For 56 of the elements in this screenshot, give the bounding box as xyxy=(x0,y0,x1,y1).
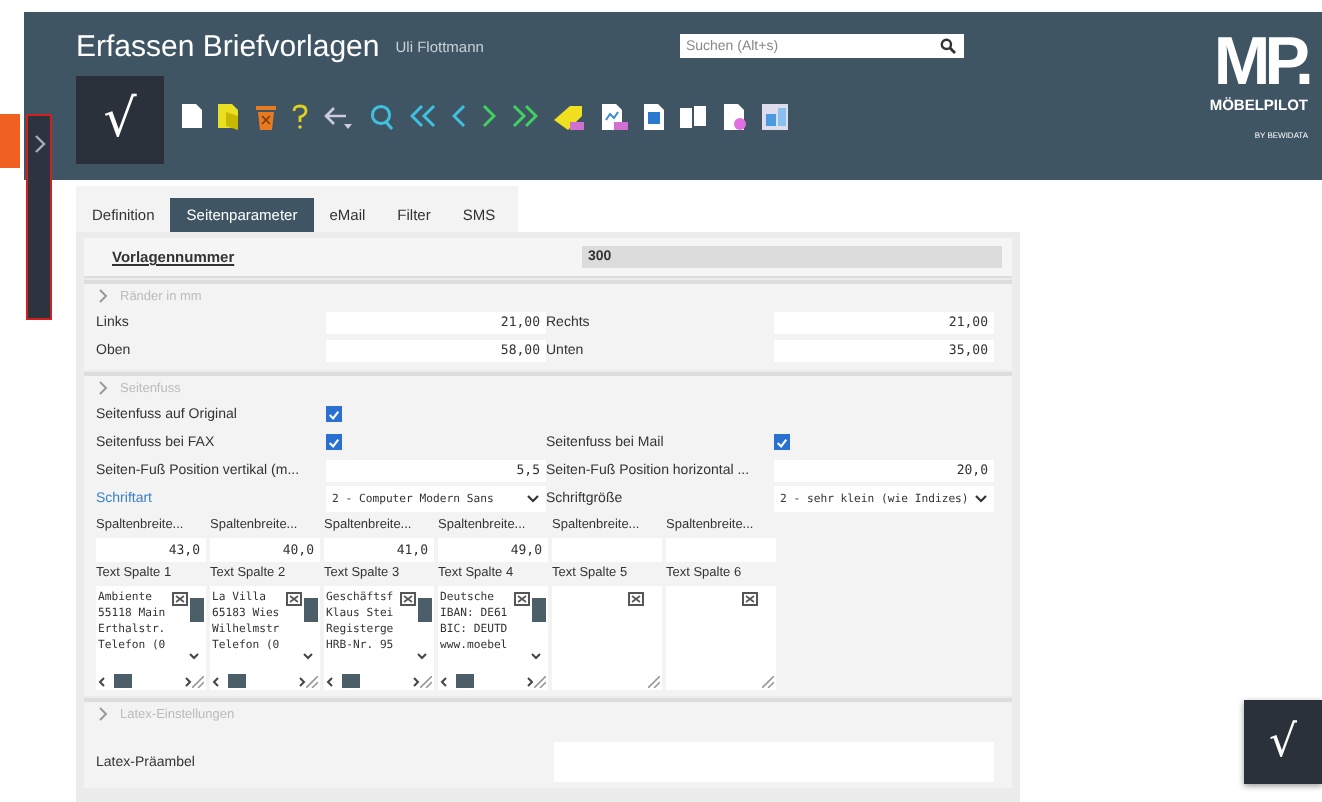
pages-icon[interactable] xyxy=(680,105,708,127)
expand-icon[interactable] xyxy=(172,592,188,606)
folder-document-icon[interactable] xyxy=(218,103,240,129)
checkbox[interactable] xyxy=(326,434,342,450)
expand-icon[interactable] xyxy=(742,592,758,606)
chevron-left-icon[interactable] xyxy=(98,675,106,687)
handle-icon[interactable] xyxy=(304,598,318,622)
scrollbar[interactable] xyxy=(98,674,192,688)
checkbox[interactable] xyxy=(326,406,342,422)
scrollbar[interactable] xyxy=(440,674,534,688)
save-button[interactable]: √ xyxy=(1244,700,1322,784)
resize-grip-icon[interactable] xyxy=(534,676,546,688)
double-right-icon[interactable] xyxy=(512,104,538,128)
help-icon[interactable] xyxy=(292,103,308,129)
caret-down-icon[interactable] xyxy=(530,652,542,660)
expand-icon[interactable] xyxy=(286,592,302,606)
image-document-icon[interactable] xyxy=(762,103,788,129)
resize-grip-icon[interactable] xyxy=(306,676,318,688)
checkbox[interactable] xyxy=(774,434,790,450)
expand-icon[interactable] xyxy=(400,592,416,606)
logo-mark: MP. xyxy=(1213,32,1308,92)
scrollbar[interactable] xyxy=(212,674,306,688)
resize-grip-icon[interactable] xyxy=(420,676,432,688)
chevron-left-icon[interactable] xyxy=(212,675,220,687)
caret-down-icon[interactable] xyxy=(526,494,540,504)
chevron-right-icon[interactable] xyxy=(412,675,420,687)
document-drop-icon[interactable] xyxy=(724,103,746,129)
chevron-right-icon[interactable] xyxy=(184,675,192,687)
caret-down-icon[interactable] xyxy=(302,652,314,660)
chevron-right-icon[interactable] xyxy=(298,675,306,687)
sidebar-toggle[interactable] xyxy=(26,114,52,320)
caret-down-icon[interactable] xyxy=(188,652,200,660)
caret-down-icon[interactable] xyxy=(974,494,988,504)
window-title: Erfassen Briefvorlagen xyxy=(76,29,380,63)
search-icon[interactable] xyxy=(939,38,956,54)
chevron-right-icon[interactable] xyxy=(526,675,534,687)
new-document-icon[interactable] xyxy=(182,104,202,128)
handle-icon[interactable] xyxy=(190,598,204,622)
handle-icon[interactable] xyxy=(532,598,546,622)
chevron-left-icon[interactable] xyxy=(326,675,334,687)
save-button[interactable]: √ xyxy=(76,76,164,164)
back-arrow-icon[interactable] xyxy=(324,103,354,129)
caret-down-icon[interactable] xyxy=(416,652,428,660)
chart-document-icon[interactable] xyxy=(602,103,628,129)
double-left-icon[interactable] xyxy=(410,104,436,128)
resize-grip-icon[interactable] xyxy=(192,676,204,688)
resize-grip-icon[interactable] xyxy=(648,676,660,688)
expand-icon[interactable] xyxy=(514,592,530,606)
trash-icon[interactable] xyxy=(256,103,276,129)
chevron-left-icon[interactable] xyxy=(440,675,448,687)
tag-icon[interactable] xyxy=(554,103,586,129)
resize-grip-icon[interactable] xyxy=(762,676,774,688)
chevron-right-icon xyxy=(34,134,46,154)
handle-icon[interactable] xyxy=(418,598,432,622)
scrollbar[interactable] xyxy=(326,674,420,688)
expand-icon[interactable] xyxy=(628,592,644,606)
